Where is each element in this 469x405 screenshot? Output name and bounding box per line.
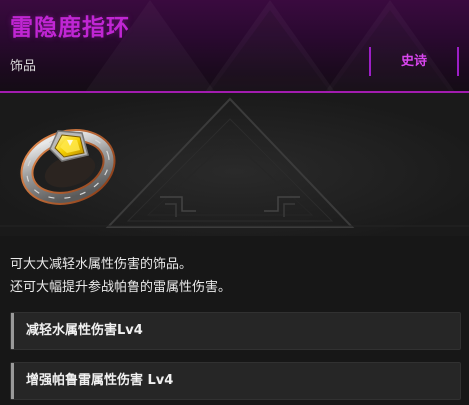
passive-skill-label: 减轻水属性伤害Lv4 bbox=[26, 323, 143, 338]
item-header: 雷隐鹿指环 饰品 史诗 bbox=[0, 0, 469, 92]
item-detail-panel: 雷隐鹿指环 饰品 史诗 可大大减轻水属性伤害的饰品。 还可大幅提升参战帕鲁的雷属… bbox=[0, 0, 469, 405]
item-showcase bbox=[0, 93, 469, 236]
skill-accent-bar bbox=[11, 313, 14, 349]
passive-skill-card[interactable]: 增强帕鲁雷属性伤害 Lv4 bbox=[10, 362, 461, 400]
item-description-line-1: 可大大减轻水属性伤害的饰品。 bbox=[10, 257, 193, 272]
passive-skill-label: 增强帕鲁雷属性伤害 Lv4 bbox=[26, 373, 174, 388]
passive-skill-card[interactable]: 减轻水属性伤害Lv4 bbox=[10, 312, 461, 350]
item-name: 雷隐鹿指环 bbox=[10, 15, 130, 41]
showcase-background bbox=[0, 93, 469, 236]
rarity-badge: 史诗 bbox=[369, 47, 459, 76]
item-description-line-2: 还可大幅提升参战帕鲁的雷属性伤害。 bbox=[10, 280, 232, 295]
item-category: 饰品 bbox=[10, 59, 37, 74]
skill-accent-bar bbox=[11, 363, 14, 399]
